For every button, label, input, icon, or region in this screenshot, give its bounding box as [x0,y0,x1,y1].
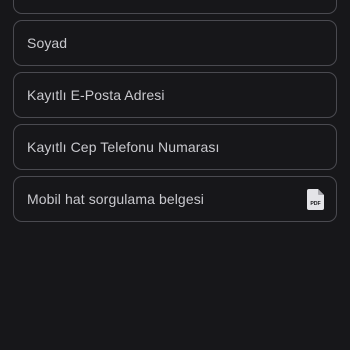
document-upload-placeholder: Mobil hat sorgulama belgesi [27,191,205,207]
surname-field[interactable]: Soyad [13,20,337,66]
surname-field-placeholder: Soyad [27,35,68,51]
phone-field[interactable]: Kayıtlı Cep Telefonu Numarası [13,124,337,170]
pdf-file-icon[interactable]: PDF [307,189,324,210]
email-field-placeholder: Kayıtlı E-Posta Adresi [27,87,165,103]
registration-form: Ad Soyad Kayıtlı E-Posta Adresi Kayıtlı … [13,0,337,228]
name-field[interactable]: Ad [13,0,337,14]
pdf-icon-label: PDF [310,201,320,207]
document-upload-field[interactable]: Mobil hat sorgulama belgesi PDF [13,176,337,222]
email-field[interactable]: Kayıtlı E-Posta Adresi [13,72,337,118]
phone-field-placeholder: Kayıtlı Cep Telefonu Numarası [27,139,220,155]
